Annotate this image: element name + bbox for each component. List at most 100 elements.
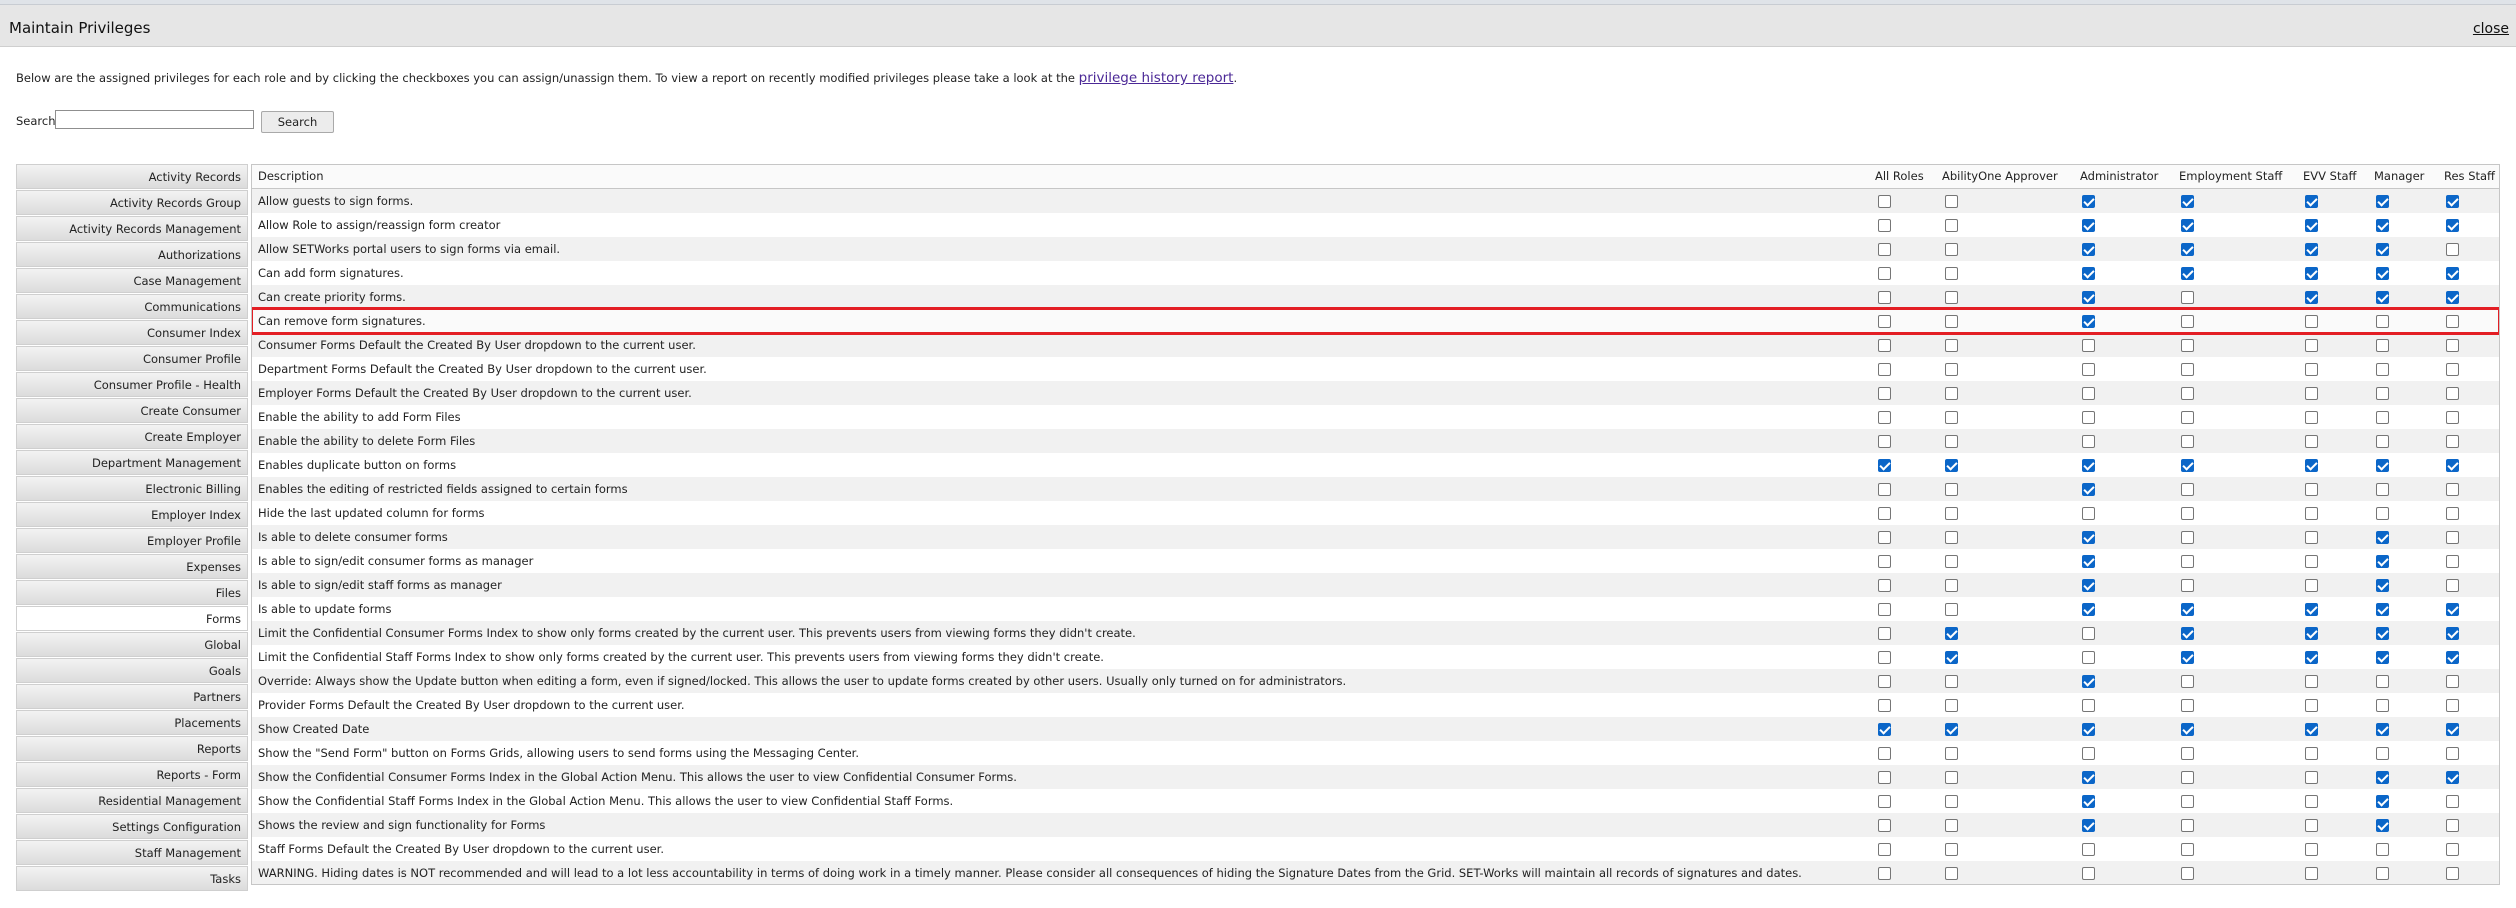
checkbox-administrator[interactable] — [2082, 675, 2095, 688]
checkbox-administrator[interactable] — [2082, 315, 2095, 328]
checkbox-res-staff[interactable] — [2446, 603, 2459, 616]
checkbox-manager[interactable] — [2376, 627, 2389, 640]
checkbox-evv-staff[interactable] — [2305, 699, 2318, 712]
checkbox-employment-staff[interactable] — [2181, 243, 2194, 256]
checkbox-manager[interactable] — [2376, 291, 2389, 304]
checkbox-employment-staff[interactable] — [2181, 771, 2194, 784]
checkbox-res-staff[interactable] — [2446, 651, 2459, 664]
checkbox-employment-staff[interactable] — [2181, 339, 2194, 352]
checkbox-administrator[interactable] — [2082, 531, 2095, 544]
checkbox-employment-staff[interactable] — [2181, 651, 2194, 664]
checkbox-employment-staff[interactable] — [2181, 363, 2194, 376]
checkbox-evv-staff[interactable] — [2305, 339, 2318, 352]
checkbox-administrator[interactable] — [2082, 363, 2095, 376]
checkbox-evv-staff[interactable] — [2305, 867, 2318, 880]
checkbox-employment-staff[interactable] — [2181, 195, 2194, 208]
category-item-activity-records[interactable]: Activity Records — [16, 164, 248, 189]
checkbox-all-roles[interactable] — [1878, 771, 1891, 784]
checkbox-res-staff[interactable] — [2446, 555, 2459, 568]
checkbox-manager[interactable] — [2376, 603, 2389, 616]
checkbox-evv-staff[interactable] — [2305, 675, 2318, 688]
checkbox-abilityone-approver[interactable] — [1945, 195, 1958, 208]
checkbox-manager[interactable] — [2376, 507, 2389, 520]
checkbox-res-staff[interactable] — [2446, 627, 2459, 640]
checkbox-employment-staff[interactable] — [2181, 531, 2194, 544]
search-button[interactable]: Search — [261, 111, 334, 133]
checkbox-all-roles[interactable] — [1878, 867, 1891, 880]
category-item-partners[interactable]: Partners — [16, 684, 248, 709]
checkbox-employment-staff[interactable] — [2181, 219, 2194, 232]
search-input[interactable] — [55, 110, 254, 129]
checkbox-res-staff[interactable] — [2446, 195, 2459, 208]
checkbox-evv-staff[interactable] — [2305, 459, 2318, 472]
checkbox-employment-staff[interactable] — [2181, 579, 2194, 592]
checkbox-abilityone-approver[interactable] — [1945, 267, 1958, 280]
checkbox-all-roles[interactable] — [1878, 459, 1891, 472]
checkbox-res-staff[interactable] — [2446, 315, 2459, 328]
category-item-settings-configuration[interactable]: Settings Configuration — [16, 814, 248, 839]
checkbox-all-roles[interactable] — [1878, 747, 1891, 760]
checkbox-employment-staff[interactable] — [2181, 411, 2194, 424]
checkbox-administrator[interactable] — [2082, 555, 2095, 568]
checkbox-evv-staff[interactable] — [2305, 411, 2318, 424]
checkbox-administrator[interactable] — [2082, 723, 2095, 736]
checkbox-abilityone-approver[interactable] — [1945, 723, 1958, 736]
checkbox-employment-staff[interactable] — [2181, 555, 2194, 568]
checkbox-abilityone-approver[interactable] — [1945, 699, 1958, 712]
category-item-case-management[interactable]: Case Management — [16, 268, 248, 293]
checkbox-res-staff[interactable] — [2446, 723, 2459, 736]
checkbox-manager[interactable] — [2376, 819, 2389, 832]
checkbox-employment-staff[interactable] — [2181, 435, 2194, 448]
checkbox-all-roles[interactable] — [1878, 339, 1891, 352]
checkbox-evv-staff[interactable] — [2305, 819, 2318, 832]
checkbox-employment-staff[interactable] — [2181, 483, 2194, 496]
checkbox-evv-staff[interactable] — [2305, 291, 2318, 304]
checkbox-abilityone-approver[interactable] — [1945, 339, 1958, 352]
checkbox-res-staff[interactable] — [2446, 531, 2459, 544]
checkbox-evv-staff[interactable] — [2305, 315, 2318, 328]
category-item-activity-records-group[interactable]: Activity Records Group — [16, 190, 248, 215]
checkbox-employment-staff[interactable] — [2181, 675, 2194, 688]
checkbox-manager[interactable] — [2376, 843, 2389, 856]
checkbox-res-staff[interactable] — [2446, 363, 2459, 376]
checkbox-evv-staff[interactable] — [2305, 435, 2318, 448]
checkbox-evv-staff[interactable] — [2305, 387, 2318, 400]
checkbox-administrator[interactable] — [2082, 459, 2095, 472]
close-link[interactable]: close — [2473, 21, 2509, 37]
checkbox-employment-staff[interactable] — [2181, 459, 2194, 472]
checkbox-all-roles[interactable] — [1878, 627, 1891, 640]
checkbox-manager[interactable] — [2376, 723, 2389, 736]
category-item-global[interactable]: Global — [16, 632, 248, 657]
checkbox-res-staff[interactable] — [2446, 771, 2459, 784]
checkbox-evv-staff[interactable] — [2305, 603, 2318, 616]
category-item-communications[interactable]: Communications — [16, 294, 248, 319]
category-item-placements[interactable]: Placements — [16, 710, 248, 735]
checkbox-all-roles[interactable] — [1878, 507, 1891, 520]
checkbox-manager[interactable] — [2376, 555, 2389, 568]
checkbox-employment-staff[interactable] — [2181, 315, 2194, 328]
checkbox-abilityone-approver[interactable] — [1945, 435, 1958, 448]
checkbox-all-roles[interactable] — [1878, 531, 1891, 544]
checkbox-employment-staff[interactable] — [2181, 819, 2194, 832]
checkbox-abilityone-approver[interactable] — [1945, 603, 1958, 616]
checkbox-employment-staff[interactable] — [2181, 843, 2194, 856]
category-item-authorizations[interactable]: Authorizations — [16, 242, 248, 267]
checkbox-abilityone-approver[interactable] — [1945, 387, 1958, 400]
checkbox-evv-staff[interactable] — [2305, 555, 2318, 568]
checkbox-employment-staff[interactable] — [2181, 627, 2194, 640]
checkbox-all-roles[interactable] — [1878, 219, 1891, 232]
checkbox-res-staff[interactable] — [2446, 675, 2459, 688]
category-item-staff-management[interactable]: Staff Management — [16, 840, 248, 865]
checkbox-abilityone-approver[interactable] — [1945, 819, 1958, 832]
checkbox-administrator[interactable] — [2082, 387, 2095, 400]
checkbox-abilityone-approver[interactable] — [1945, 675, 1958, 688]
checkbox-manager[interactable] — [2376, 315, 2389, 328]
category-item-employer-index[interactable]: Employer Index — [16, 502, 248, 527]
checkbox-administrator[interactable] — [2082, 699, 2095, 712]
checkbox-evv-staff[interactable] — [2305, 651, 2318, 664]
checkbox-employment-staff[interactable] — [2181, 387, 2194, 400]
checkbox-administrator[interactable] — [2082, 195, 2095, 208]
checkbox-administrator[interactable] — [2082, 771, 2095, 784]
checkbox-abilityone-approver[interactable] — [1945, 315, 1958, 328]
checkbox-manager[interactable] — [2376, 267, 2389, 280]
